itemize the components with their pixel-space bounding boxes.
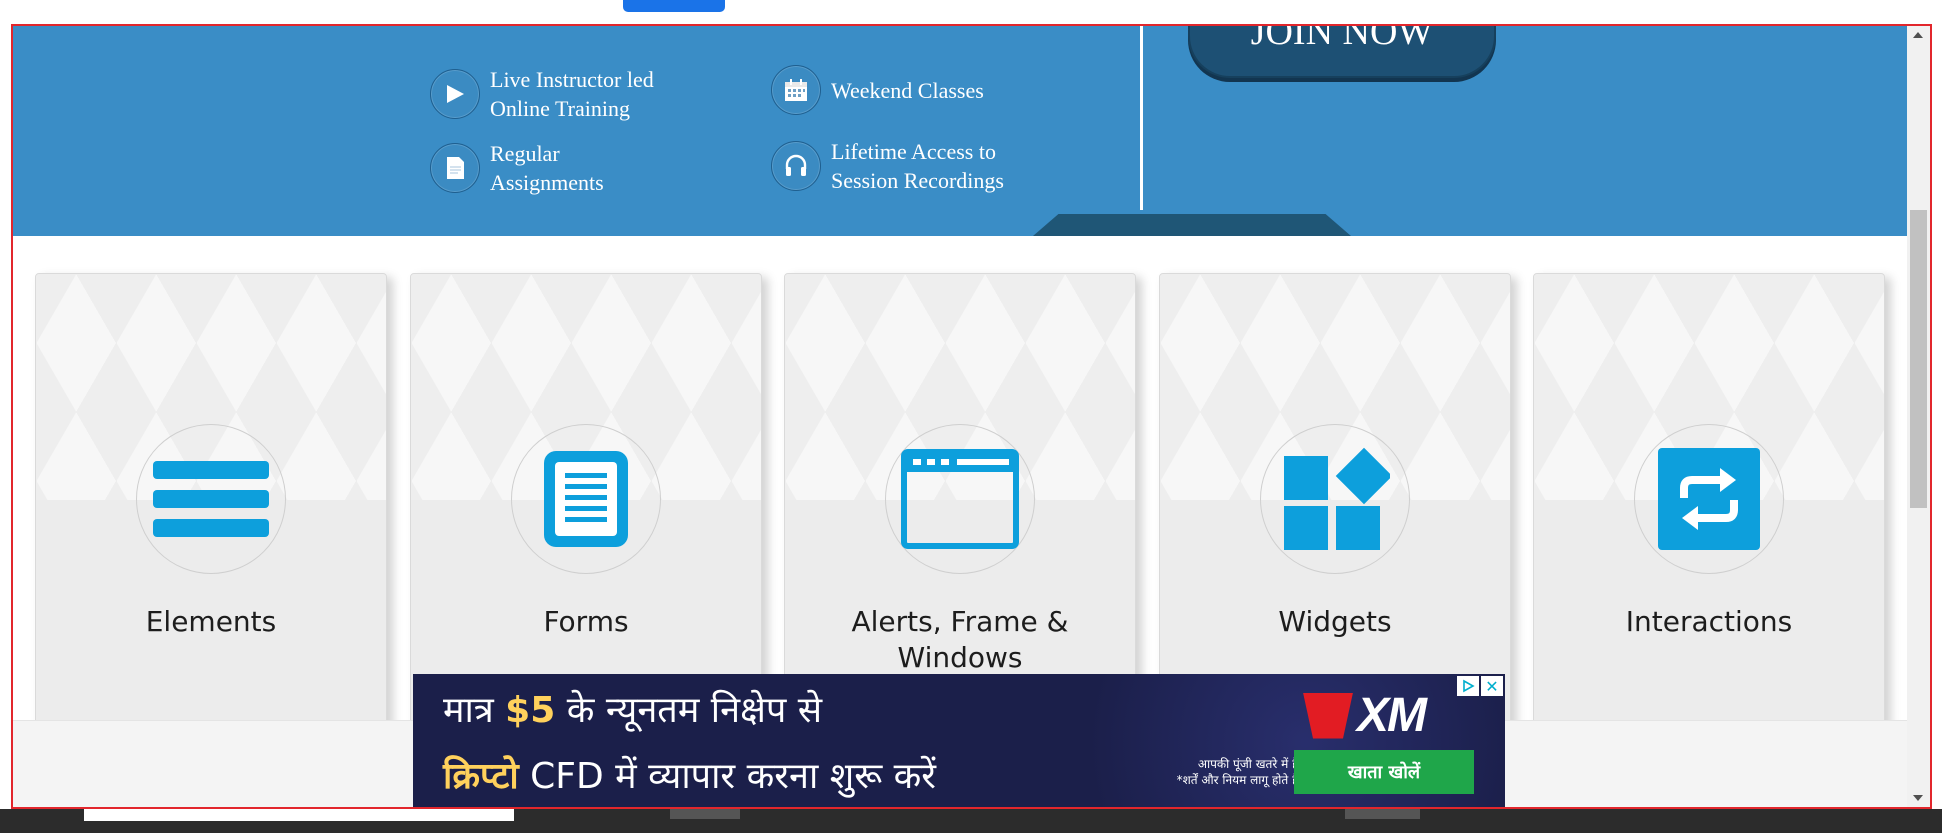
browser-window-icon	[885, 424, 1035, 574]
document-icon	[430, 143, 480, 193]
scrollbar-thumb[interactable]	[1910, 210, 1927, 508]
calendar-icon	[771, 65, 821, 115]
ad-disclaimer: आपकी पूंजी खतरे में है। *शर्तें और नियम …	[1113, 756, 1303, 788]
card-elements[interactable]: Elements	[35, 273, 387, 773]
feature-line: Live Instructor led	[490, 67, 654, 92]
feature-line: Session Recordings	[831, 168, 1004, 193]
swap-arrows-icon	[1634, 424, 1784, 574]
feature-label: Lifetime Access to Session Recordings	[831, 137, 1004, 195]
feature-lifetime-access: Lifetime Access to Session Recordings	[771, 137, 1004, 195]
scroll-up-arrow-icon[interactable]	[1913, 32, 1923, 38]
ad-disclaimer-line: *शर्तें और नियम लागू होते हैं।	[1176, 773, 1303, 787]
widgets-blocks-icon	[1260, 424, 1410, 574]
banner-divider	[1140, 26, 1143, 210]
xm-logo: XM	[1303, 688, 1427, 743]
feature-label: Regular Assignments	[490, 139, 604, 197]
ad-text: के न्यूनतम निक्षेप से	[555, 690, 823, 731]
card-title-line: Alerts, Frame &	[851, 605, 1069, 638]
card-title-line: Windows	[897, 641, 1023, 674]
bottom-strip-block	[84, 809, 514, 821]
feature-regular-assignments: Regular Assignments	[430, 139, 604, 197]
feature-live-training: Live Instructor led Online Training	[430, 65, 654, 123]
feature-line: Lifetime Access to	[831, 139, 996, 164]
ad-text: CFD में व्यापार करना शुरू करें	[518, 756, 936, 797]
ad-subheadline: क्रिप्टो CFD में व्यापार करना शुरू करें	[443, 750, 936, 799]
bottom-strip	[0, 809, 1942, 833]
page-viewport: Live Instructor led Online Training Week…	[11, 24, 1932, 809]
card-title: Alerts, Frame & Windows	[785, 604, 1135, 676]
feature-line: Assignments	[490, 170, 604, 195]
feature-line: Online Training	[490, 96, 630, 121]
header-button-partial[interactable]	[623, 0, 725, 12]
hamburger-list-icon	[136, 424, 286, 574]
card-title: Widgets	[1278, 605, 1392, 638]
xm-logo-mark	[1303, 692, 1353, 739]
feature-line: Regular	[490, 141, 560, 166]
ad-amount: $5	[505, 690, 556, 731]
ad-disclaimer-line: आपकी पूंजी खतरे में है।	[1197, 757, 1303, 771]
card-title: Elements	[145, 605, 277, 638]
ad-choices-icon[interactable]	[1457, 676, 1479, 696]
ad-crypto-word: क्रिप्टो	[443, 756, 519, 797]
bottom-strip-block	[1345, 809, 1420, 819]
feature-label: Weekend Classes	[831, 76, 984, 105]
xm-logo-text: XM	[1357, 689, 1427, 742]
feature-label: Live Instructor led Online Training	[490, 65, 654, 123]
ad-headline: मात्र $5 के न्यूनतम निक्षेप से	[443, 684, 822, 733]
headphones-icon	[771, 141, 821, 191]
join-now-button[interactable]: JOIN NOW	[1188, 26, 1496, 78]
scroll-down-arrow-icon[interactable]	[1913, 795, 1923, 801]
play-icon	[430, 69, 480, 119]
form-document-icon	[511, 424, 661, 574]
card-interactions[interactable]: Interactions	[1533, 273, 1885, 773]
ad-text: मात्र	[443, 690, 506, 731]
top-strip	[0, 0, 1942, 24]
training-banner: Live Instructor led Online Training Week…	[13, 26, 1909, 236]
open-account-button[interactable]: खाता खोलें	[1294, 750, 1474, 794]
banner-tab-shape	[1033, 214, 1351, 236]
feature-weekend-classes: Weekend Classes	[771, 65, 984, 115]
advertisement-banner[interactable]: मात्र $5 के न्यूनतम निक्षेप से क्रिप्टो …	[413, 674, 1505, 807]
vertical-scrollbar[interactable]	[1907, 26, 1930, 807]
bottom-strip-block	[670, 809, 740, 819]
feature-line: Weekend Classes	[831, 77, 984, 103]
card-title: Interactions	[1625, 605, 1793, 638]
card-title: Forms	[543, 605, 629, 638]
ad-close-icon[interactable]: ✕	[1481, 676, 1503, 696]
